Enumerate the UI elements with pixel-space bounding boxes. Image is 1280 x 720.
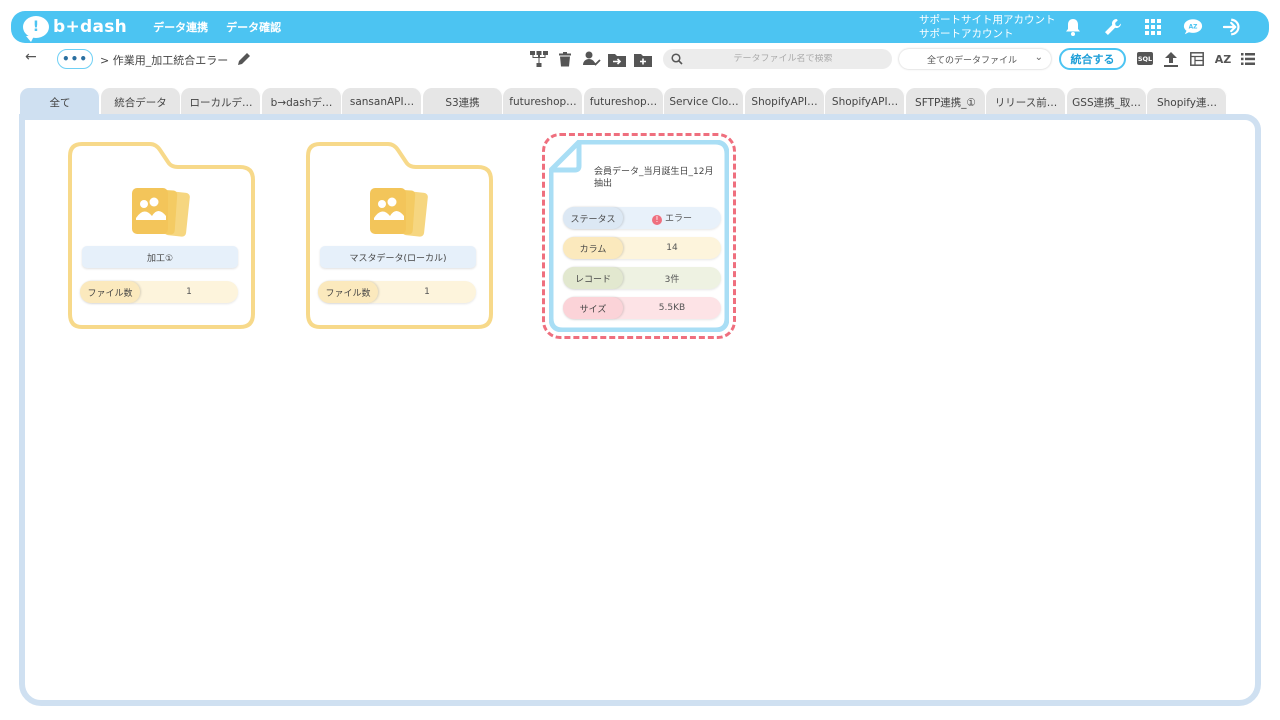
tab-s3[interactable]: S3連携 [422,88,503,116]
search-icon [671,53,683,65]
folder-add-icon[interactable] [634,50,652,68]
toolbar: ← ••• > 作業用_加工統合エラー 全てのデータファイル ⌄ 統合する SQ… [11,45,1269,73]
tab-local-data[interactable]: ローカルデ… [181,88,261,116]
file-count-label: ファイル数 [80,281,140,303]
upload-icon[interactable] [1162,50,1180,68]
error-icon: ! [651,215,662,225]
tab-sftp[interactable]: SFTP連携_① [905,88,986,116]
data-file-card[interactable]: 会員データ_当月誕生日_12月抽出 ステータス ! エラー カラム 14 レコード… [542,133,736,339]
more-button[interactable]: ••• [57,49,93,69]
tab-futureshop-1[interactable]: futureshop… [503,88,583,116]
folder-card[interactable]: マスタデータ(ローカル) ファイル数 1 [306,142,494,330]
file-count-row: ファイル数 1 [80,281,238,303]
tab-shopify-link[interactable]: Shopify連… [1147,88,1227,116]
breadcrumb: > 作業用_加工統合エラー [100,54,229,67]
tab-service-cloud[interactable]: Service Clo… [664,88,744,116]
sort-az-icon[interactable]: AZ [1213,50,1233,68]
file-count-value: 1 [424,287,430,297]
logo[interactable]: ! b+dash [23,16,128,42]
record-label: レコード [563,267,623,289]
user-check-icon[interactable] [583,50,601,68]
tab-all[interactable]: 全て [20,88,100,116]
file-count-label: ファイル数 [318,281,378,303]
record-row: レコード 3件 [563,267,721,289]
category-tabs: 全て 統合データ ローカルデ… b→dashデ… sansanAPI… S3連携… [20,88,1228,116]
header-icons: AZ [1063,11,1243,43]
chevron-down-icon: ⌄ [1034,52,1043,63]
folder-stack-icon [368,186,428,242]
folder-name: 加工① [82,246,238,268]
top-header: ! b+dash データ連携 データ確認 サポートサイト用アカウント サポートア… [11,11,1269,43]
tab-bdash-data[interactable]: b→dashデ… [261,88,342,116]
svg-text:AZ: AZ [1189,24,1198,30]
table-icon[interactable] [1188,50,1206,68]
account-sub: サポートアカウント [919,28,1014,40]
tab-sansan-api[interactable]: sansanAPI… [342,88,422,116]
size-label: サイズ [563,297,623,319]
account-info[interactable]: サポートサイト用アカウント サポートアカウント [919,13,1056,41]
folder-move-icon[interactable] [608,50,626,68]
status-value: ! エラー [623,211,721,225]
search-box [663,49,892,69]
az-bubble-icon[interactable]: AZ [1183,17,1203,37]
tab-futureshop-2[interactable]: futureshop… [583,88,664,116]
record-value: 3件 [664,274,680,285]
column-value: 14 [666,243,678,253]
tab-integrated-data[interactable]: 統合データ [100,88,181,116]
file-title: 会員データ_当月誕生日_12月抽出 [594,167,714,189]
folder-card[interactable]: 加工① ファイル数 1 [68,142,256,330]
nav-data-link[interactable]: データ連携 [153,19,208,35]
nav-data-check[interactable]: データ確認 [226,19,281,35]
status-text: エラー [664,214,692,224]
merge-button[interactable]: 統合する [1059,48,1126,70]
folder-name: マスタデータ(ローカル) [320,246,476,268]
tab-shopify-api-2[interactable]: ShopifyAPI… [825,88,905,116]
search-input[interactable] [693,54,873,64]
tab-gss[interactable]: GSS連携_取… [1066,88,1147,116]
file-filter-value: 全てのデータファイル [927,55,1018,66]
file-count-row: ファイル数 1 [318,281,476,303]
size-row: サイズ 5.5KB [563,297,721,319]
column-label: カラム [563,237,623,259]
tab-shopify-api-1[interactable]: ShopifyAPI… [744,88,825,116]
account-name: サポートサイト用アカウント [919,14,1056,26]
pencil-icon[interactable] [237,51,251,70]
size-value: 5.5KB [658,303,686,313]
logout-icon[interactable] [1223,17,1243,37]
top-nav: データ連携 データ確認 [153,19,281,35]
flow-icon[interactable] [530,50,548,68]
list-icon[interactable] [1239,50,1257,68]
file-filter-select[interactable]: 全てのデータファイル ⌄ [899,49,1051,69]
column-row: カラム 14 [563,237,721,259]
tab-pre-release[interactable]: リリース前… [986,88,1066,116]
trash-icon[interactable] [556,50,574,68]
grid-icon[interactable] [1143,17,1163,37]
logo-bubble-icon: ! [23,16,49,42]
logo-text: b+dash [53,17,128,37]
bell-icon[interactable] [1063,17,1083,37]
status-row: ステータス ! エラー [563,207,721,229]
status-label: ステータス [563,207,623,229]
wrench-icon[interactable] [1103,17,1123,37]
folder-stack-icon [130,186,190,242]
back-arrow-icon[interactable]: ← [25,49,37,65]
sql-icon[interactable]: SQL [1137,52,1153,65]
file-count-value: 1 [186,287,192,297]
